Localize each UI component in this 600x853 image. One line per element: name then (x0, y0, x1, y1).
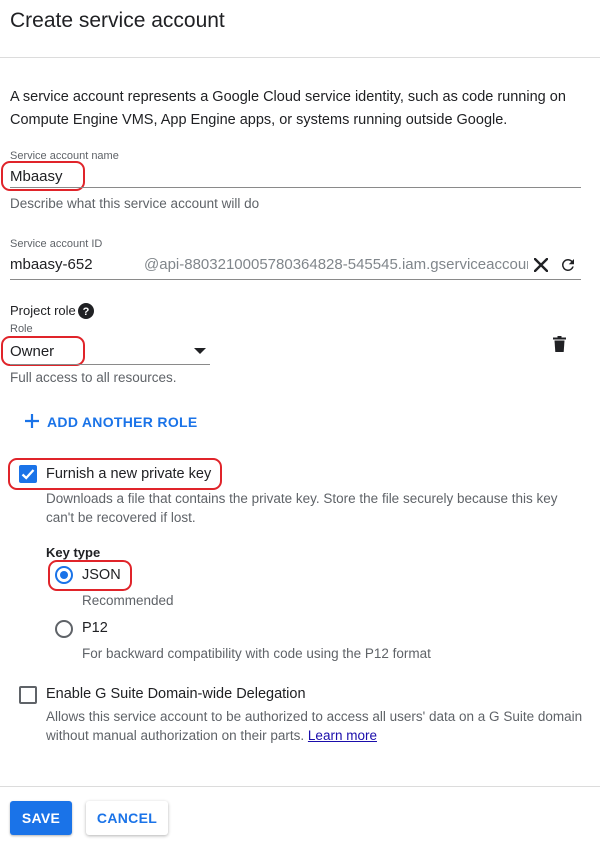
id-suffix: @api-8803210005780364828-545545.iam.gser… (144, 256, 528, 273)
plus-icon[interactable] (24, 413, 40, 429)
name-input[interactable]: Mbaasy (10, 168, 63, 185)
json-label: JSON (82, 567, 121, 583)
add-another-role-button[interactable]: ADD ANOTHER ROLE (47, 414, 198, 430)
close-icon[interactable] (530, 254, 552, 276)
refresh-icon[interactable] (557, 254, 579, 276)
delegation-label: Enable G Suite Domain-wide Delegation (46, 686, 306, 702)
role-helper: Full access to all resources. (10, 370, 177, 385)
key-type-label: Key type (46, 545, 101, 560)
id-input[interactable]: mbaasy-652 (10, 256, 93, 273)
chevron-down-icon[interactable] (192, 343, 208, 359)
save-button[interactable]: SAVE (10, 801, 72, 835)
role-underline (10, 364, 210, 365)
delegation-checkbox[interactable] (19, 686, 37, 704)
json-radio[interactable] (55, 566, 73, 584)
header-divider (0, 57, 600, 58)
role-select[interactable]: Owner (10, 343, 54, 360)
id-underline (10, 279, 581, 280)
role-label: Role (10, 323, 33, 335)
private-key-label: Furnish a new private key (46, 466, 212, 482)
id-field-label: Service account ID (10, 238, 103, 250)
dialog-title: Create service account (10, 9, 225, 32)
delegation-description: Allows this service account to be author… (46, 707, 586, 745)
p12-sub: For backward compatibility with code usi… (82, 646, 431, 661)
help-icon[interactable]: ? (78, 303, 94, 319)
learn-more-link[interactable]: Learn more (308, 728, 377, 743)
svg-text:?: ? (83, 306, 90, 318)
trash-icon[interactable] (550, 334, 568, 354)
footer-divider (0, 786, 600, 787)
dialog-description: A service account represents a Google Cl… (10, 89, 566, 128)
p12-radio[interactable] (55, 620, 73, 638)
json-sub: Recommended (82, 593, 174, 608)
name-underline (10, 187, 581, 188)
name-helper: Describe what this service account will … (10, 196, 260, 211)
cancel-button[interactable]: CANCEL (86, 801, 168, 835)
project-role-label: Project role (10, 303, 76, 318)
private-key-description: Downloads a file that contains the priva… (46, 491, 558, 525)
private-key-checkbox[interactable] (19, 465, 37, 483)
p12-label: P12 (82, 620, 108, 636)
